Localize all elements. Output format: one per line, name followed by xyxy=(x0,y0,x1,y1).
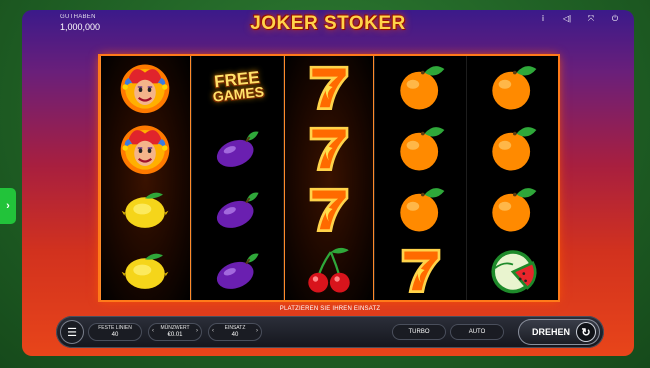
joker-icon xyxy=(121,125,170,174)
watermelon-symbol xyxy=(467,239,558,300)
reel-4 xyxy=(374,56,466,300)
orange-icon xyxy=(400,65,445,109)
spin-button[interactable]: DREHEN ↻ xyxy=(518,319,600,345)
orange-icon xyxy=(491,126,536,170)
sound-icon[interactable]: ◁| xyxy=(562,14,572,24)
plum-symbol xyxy=(192,117,283,178)
lines-value: 40 xyxy=(111,332,119,338)
reel-2: FREE GAMES xyxy=(190,56,283,300)
reel-1 xyxy=(100,56,191,300)
plum-symbol xyxy=(192,178,283,239)
chevron-right-icon: › xyxy=(6,200,10,212)
instruction-text: PLATZIEREN SIE IHREN EINSATZ xyxy=(279,306,381,312)
reel-grid: FREE GAMES xyxy=(100,56,558,300)
watermelon-icon xyxy=(490,249,537,293)
orange-icon xyxy=(491,65,536,109)
cherry-icon xyxy=(308,247,350,292)
orange-icon xyxy=(400,187,445,231)
coin-value: €0.01 xyxy=(167,332,183,338)
increase-arrow-icon[interactable]: › xyxy=(256,328,258,334)
menu-button[interactable]: ☰ xyxy=(60,320,84,344)
orange-symbol xyxy=(375,56,466,117)
lemon-icon xyxy=(121,192,169,228)
menu-icon: ☰ xyxy=(67,326,77,339)
joker-symbol xyxy=(100,56,191,117)
reel-5 xyxy=(466,56,558,300)
seven-symbol xyxy=(284,178,375,239)
bet-label: EINSATZ xyxy=(224,325,246,331)
lemon-icon xyxy=(121,253,169,289)
seven-symbol xyxy=(375,239,466,300)
orange-symbol xyxy=(467,178,558,239)
orange-symbol xyxy=(467,117,558,178)
orange-symbol xyxy=(375,117,466,178)
lines-display: FESTE LINIEN 40 xyxy=(88,323,142,341)
seven-symbol xyxy=(284,117,375,178)
lines-label: FESTE LINIEN xyxy=(98,325,132,331)
lemon-symbol xyxy=(100,239,191,300)
bet-stepper[interactable]: ‹ EINSATZ 40 › xyxy=(208,323,262,341)
free-games-symbol: FREE GAMES xyxy=(192,56,283,117)
seven-symbol xyxy=(284,56,375,117)
cherry-symbol xyxy=(284,239,375,300)
plum-icon xyxy=(217,192,259,228)
free-games-line2: GAMES xyxy=(211,82,265,105)
orange-symbol xyxy=(375,178,466,239)
seven-icon xyxy=(309,126,349,171)
bet-value: 40 xyxy=(231,332,239,338)
game-frame: GUTHABEN 1,000,000 JOKER STOKER ⅰ ◁| ⤧ ⏻… xyxy=(22,10,634,356)
lemon-symbol xyxy=(100,178,191,239)
seven-icon xyxy=(401,248,441,293)
plum-symbol xyxy=(192,239,283,300)
turbo-button[interactable]: TURBO xyxy=(392,324,446,340)
free-games-text: FREE GAMES xyxy=(210,67,265,105)
orange-icon xyxy=(491,187,536,231)
plum-icon xyxy=(217,253,259,289)
orange-icon xyxy=(400,126,445,170)
control-bar: PLATZIEREN SIE IHREN EINSATZ ☰ FESTE LIN… xyxy=(56,306,604,348)
joker-symbol xyxy=(100,117,191,178)
spin-label: DREHEN xyxy=(532,327,571,337)
info-icon[interactable]: ⅰ xyxy=(538,14,548,24)
side-panel-toggle[interactable]: › xyxy=(0,188,16,224)
power-icon[interactable]: ⏻ xyxy=(610,14,620,24)
coin-value-stepper[interactable]: ‹ MÜNZWERT €0.01 › xyxy=(148,323,202,341)
auto-button[interactable]: AUTO xyxy=(450,324,504,340)
orange-symbol xyxy=(467,56,558,117)
spin-icon: ↻ xyxy=(576,322,596,342)
seven-icon xyxy=(309,65,349,110)
coin-label: MÜNZWERT xyxy=(160,325,190,331)
seven-icon xyxy=(309,187,349,232)
plum-icon xyxy=(217,131,259,167)
reel-3 xyxy=(282,56,375,300)
fullscreen-icon[interactable]: ⤧ xyxy=(586,14,596,24)
top-icons: ⅰ ◁| ⤧ ⏻ xyxy=(538,14,620,24)
joker-icon xyxy=(121,64,170,113)
increase-arrow-icon[interactable]: › xyxy=(196,328,198,334)
